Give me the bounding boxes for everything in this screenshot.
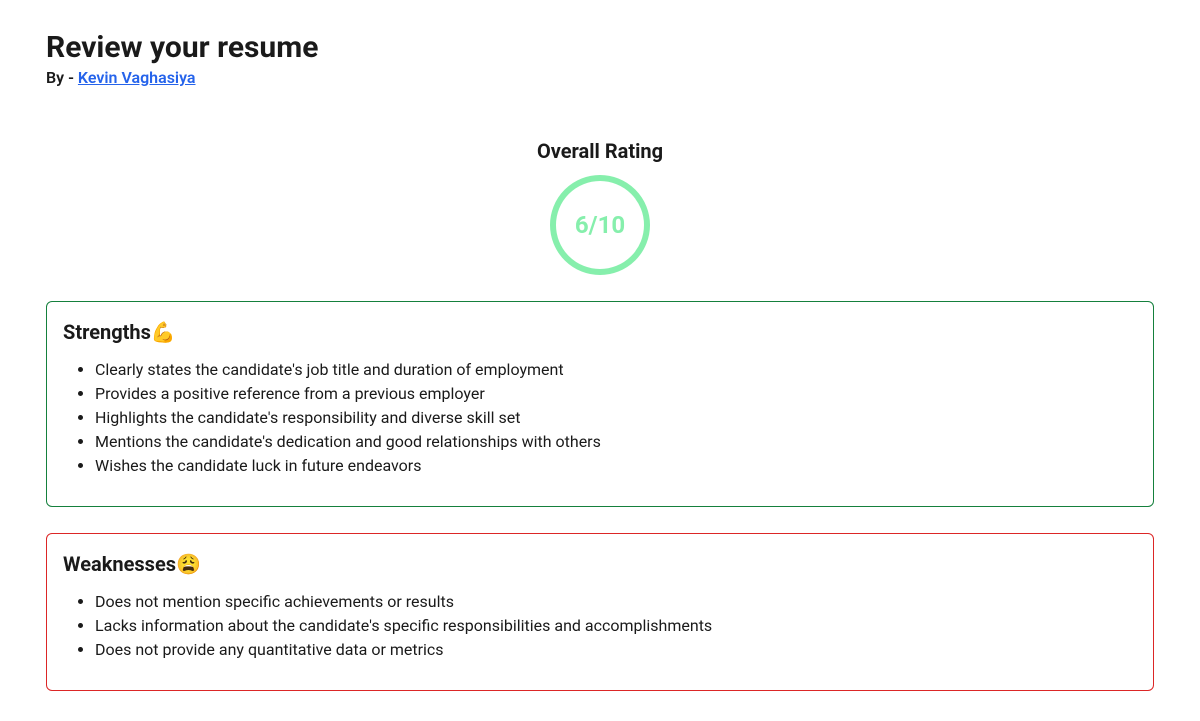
rating-section: Overall Rating 6/10 — [46, 139, 1154, 275]
list-item: Does not mention specific achievements o… — [95, 590, 1137, 614]
author-link[interactable]: Kevin Vaghasiya — [78, 68, 196, 87]
list-item: Mentions the candidate's dedication and … — [95, 430, 1137, 454]
page-title: Review your resume — [46, 30, 1154, 66]
strengths-list: Clearly states the candidate's job title… — [63, 358, 1137, 478]
weaknesses-title: Weaknesses😩 — [63, 552, 1137, 576]
strengths-title: Strengths💪 — [63, 320, 1137, 344]
list-item: Highlights the candidate's responsibilit… — [95, 406, 1137, 430]
list-item: Clearly states the candidate's job title… — [95, 358, 1137, 382]
weaknesses-list: Does not mention specific achievements o… — [63, 590, 1137, 662]
rating-label: Overall Rating — [46, 139, 1154, 163]
strengths-card: Strengths💪 Clearly states the candidate'… — [46, 301, 1154, 507]
list-item: Does not provide any quantitative data o… — [95, 638, 1137, 662]
weaknesses-card: Weaknesses😩 Does not mention specific ac… — [46, 533, 1154, 691]
list-item: Wishes the candidate luck in future ende… — [95, 454, 1137, 478]
rating-circle: 6/10 — [550, 175, 650, 275]
list-item: Lacks information about the candidate's … — [95, 614, 1137, 638]
byline: By - Kevin Vaghasiya — [46, 68, 1154, 87]
list-item: Provides a positive reference from a pre… — [95, 382, 1137, 406]
byline-prefix: By - — [46, 68, 78, 87]
rating-value: 6/10 — [575, 211, 625, 239]
